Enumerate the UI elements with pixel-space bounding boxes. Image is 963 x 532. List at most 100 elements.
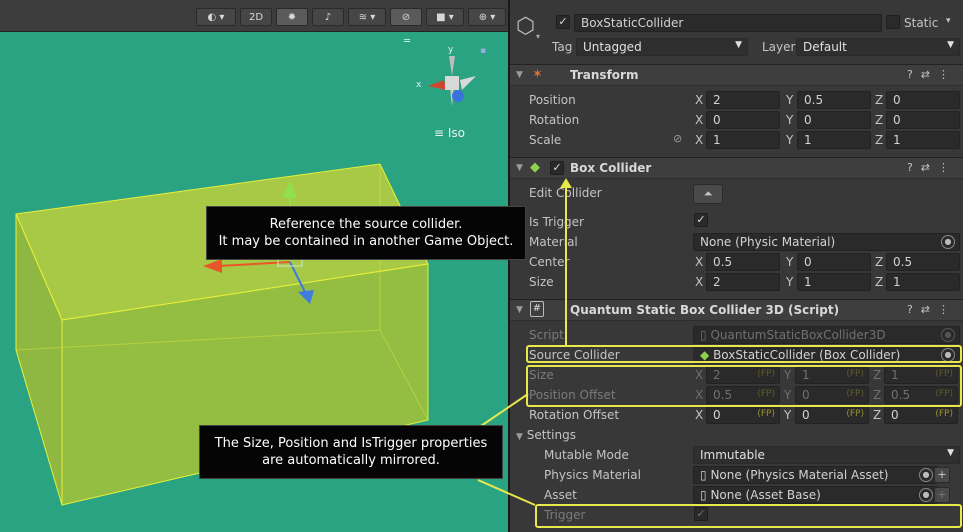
is-trigger-label: Is Trigger <box>529 215 584 229</box>
axis-x-label: X <box>695 113 704 127</box>
source-collider-callout: Reference the source collider. It may be… <box>206 206 526 260</box>
box-collider-enabled-checkbox[interactable]: ✓ <box>550 161 564 175</box>
center-z-field[interactable]: 0.5 <box>886 253 960 271</box>
menu-lines-icon: ≡ <box>434 126 445 140</box>
physics-material-field[interactable]: ▯ None (Physics Material Asset) ● <box>693 466 938 484</box>
object-picker-icon[interactable]: ● <box>919 468 933 482</box>
link-icon[interactable]: ⊘ <box>673 132 682 145</box>
add-physics-material-button[interactable]: + <box>934 467 950 483</box>
component-header-icons[interactable]: ?⇄⋮ <box>907 68 957 81</box>
tag-dropdown[interactable]: Untagged ▼ <box>576 38 748 56</box>
inspector-panel: ⬡ ▾ ✓ BoxStaticCollider Static ▾ Tag Unt… <box>510 0 963 532</box>
fold-arrow-icon[interactable]: ▼ <box>516 163 523 173</box>
lightbulb-icon: ✹ <box>287 11 297 23</box>
fold-arrow-icon[interactable]: ▼ <box>516 70 523 80</box>
gizmo-axis-y: y <box>448 45 454 55</box>
plus-icon: + <box>937 468 947 481</box>
gizmo-projection-label[interactable]: ≡ Iso <box>434 126 465 140</box>
chevron-down-icon: ▼ <box>947 40 954 50</box>
camera-button[interactable]: ■ ▾ <box>426 8 464 26</box>
mutable-mode-label: Mutable Mode <box>544 448 629 462</box>
scene-visibility-button[interactable]: ⊘ <box>390 8 422 26</box>
size-z-field[interactable]: 1 <box>886 273 960 291</box>
position-label: Position <box>529 93 576 107</box>
edit-collider-button[interactable]: ⏶ <box>693 184 723 204</box>
component-header-icons[interactable]: ?⇄⋮ <box>907 303 957 316</box>
center-label: Center <box>529 255 570 269</box>
rotation-offset-label: Rotation Offset <box>529 408 620 422</box>
scale-x-field[interactable]: 1 <box>706 131 780 149</box>
center-x-field[interactable]: 0.5 <box>706 253 780 271</box>
object-picker-icon[interactable]: ● <box>919 488 933 502</box>
rotation-offset-x-field[interactable]: 0 (FP) <box>706 406 780 424</box>
2d-toggle-button[interactable]: 2D <box>240 8 272 26</box>
scale-label: Scale <box>529 133 562 147</box>
is-trigger-checkbox[interactable]: ✓ <box>694 213 708 227</box>
position-x-field[interactable]: 2 <box>706 91 780 109</box>
static-label: Static <box>904 16 939 30</box>
effects-button[interactable]: ≋ ▾ <box>348 8 386 26</box>
scene-options-handle[interactable]: ═ <box>404 36 410 47</box>
lock-icon[interactable]: ▪ <box>480 46 486 56</box>
position-z-field[interactable]: 0 <box>886 91 960 109</box>
axis-z-label: Z <box>875 133 884 147</box>
axis-z-label: Z <box>875 113 884 127</box>
transform-header[interactable]: ▼ ✶ Transform ?⇄⋮ <box>510 64 963 86</box>
rotation-x-field[interactable]: 0 <box>706 111 780 129</box>
quantum-collider-header[interactable]: ▼ # Quantum Static Box Collider 3D (Scri… <box>510 299 963 321</box>
material-field[interactable]: None (Physic Material) ● <box>693 233 960 251</box>
axis-y-label: Y <box>786 93 794 107</box>
static-checkbox[interactable] <box>886 15 900 29</box>
rotation-y-field[interactable]: 0 <box>797 111 871 129</box>
axis-z-label: Z <box>873 408 882 422</box>
rotation-label: Rotation <box>529 113 580 127</box>
lighting-toggle-button[interactable]: ✹ <box>276 8 308 26</box>
component-header-icons[interactable]: ?⇄⋮ <box>907 161 957 174</box>
gameobject-icon: ⬡ <box>516 14 536 39</box>
shading-mode-button[interactable]: ◐ ▾ <box>196 8 236 26</box>
axis-x-label: X <box>695 275 704 289</box>
settings-foldout[interactable]: ▼ Settings <box>516 428 576 442</box>
axis-x-label: X <box>695 408 704 422</box>
scale-y-field[interactable]: 1 <box>797 131 871 149</box>
asset-label: Asset <box>544 488 577 502</box>
static-dropdown-arrow[interactable]: ▾ <box>946 16 951 26</box>
add-asset-button[interactable]: + <box>934 487 950 503</box>
axis-z-label: Z <box>875 275 884 289</box>
file-icon: ▯ <box>700 488 707 502</box>
material-label: Material <box>529 235 578 249</box>
fold-arrow-icon[interactable]: ▼ <box>516 305 523 315</box>
scale-z-field[interactable]: 1 <box>886 131 960 149</box>
center-y-field[interactable]: 0 <box>797 253 871 271</box>
script-label: Script <box>529 328 564 342</box>
position-y-field[interactable]: 0.5 <box>797 91 871 109</box>
box-collider-header[interactable]: ▼ ◆ ✓ Box Collider ?⇄⋮ <box>510 157 963 179</box>
axis-x-label: X <box>695 255 704 269</box>
object-picker-icon[interactable]: ● <box>941 235 955 249</box>
asset-field[interactable]: ▯ None (Asset Base) ● <box>693 486 938 504</box>
transform-icon: ✶ <box>532 67 543 82</box>
mutable-mode-dropdown[interactable]: Immutable ▼ <box>693 446 960 464</box>
box-collider-icon: ◆ <box>530 160 540 175</box>
physics-material-label: Physics Material <box>544 468 641 482</box>
scene-toolbar: ◐ ▾ 2D ✹ ♪ ≋ ▾ ⊘ ■ ▾ ⊕ ▾ <box>0 0 508 32</box>
rotation-offset-z-field[interactable]: 0 (FP) <box>884 406 958 424</box>
size-y-field[interactable]: 1 <box>797 273 871 291</box>
layer-label: Layer <box>762 40 796 54</box>
trigger-highlight <box>535 504 962 528</box>
object-picker-icon: ● <box>941 328 955 342</box>
rotation-offset-y-field[interactable]: 0 (FP) <box>795 406 869 424</box>
mirrored-properties-callout: The Size, Position and IsTrigger propert… <box>199 425 503 479</box>
gizmos-button[interactable]: ⊕ ▾ <box>468 8 506 26</box>
axis-x-label: X <box>695 133 704 147</box>
active-checkbox[interactable]: ✓ <box>556 15 570 29</box>
plus-icon: + <box>937 488 947 501</box>
layer-dropdown[interactable]: Default ▼ <box>796 38 960 56</box>
icon-dropdown-arrow[interactable]: ▾ <box>536 32 540 41</box>
rotation-z-field[interactable]: 0 <box>886 111 960 129</box>
size-x-field[interactable]: 2 <box>706 273 780 291</box>
audio-toggle-button[interactable]: ♪ <box>312 8 344 26</box>
edit-bounds-icon: ⏶ <box>703 187 713 200</box>
object-name-field[interactable]: BoxStaticCollider <box>574 14 882 32</box>
camera-icon: ■ ▾ <box>436 11 454 23</box>
